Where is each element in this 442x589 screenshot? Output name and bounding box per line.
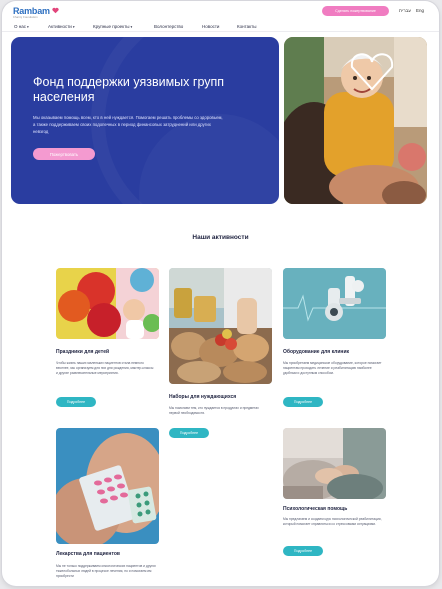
nav-item-volunteering[interactable]: Волонтерство <box>154 24 183 29</box>
more-button-children[interactable]: Подробнее <box>56 397 96 407</box>
more-button-equipment[interactable]: Подробнее <box>283 397 323 407</box>
card-image-medicines[interactable] <box>56 428 159 544</box>
chevron-down-icon: ▾ <box>27 25 29 29</box>
section-title: Наши активности <box>192 234 249 241</box>
language-english[interactable]: Eng <box>416 8 424 13</box>
card-text-psychology: Мы предлагаем и создаем курс психологиче… <box>283 517 382 527</box>
nav-label: Контакты <box>237 24 257 29</box>
hero-description: Мы оказываем помощь всем, кто в ней нужд… <box>33 115 223 134</box>
nav-item-activities[interactable]: Активности▾ <box>48 24 75 29</box>
logo-text: Rambam <box>13 6 50 16</box>
card-title-medicines: Лекарства для пациентов <box>56 551 120 557</box>
card-image-children[interactable] <box>56 268 159 339</box>
nav-item-projects[interactable]: Крупные проекты▾ <box>93 24 132 29</box>
child-with-heart-illustration <box>284 37 427 204</box>
browser-page: Rambam Charity Foundation Сделать пожерт… <box>2 1 439 586</box>
site-header: Rambam Charity Foundation Сделать пожерт… <box>2 1 439 21</box>
donate-button[interactable]: Сделать пожертвование <box>322 6 389 16</box>
card-title-kits: Наборы для нуждающихся <box>169 394 237 400</box>
nav-item-about[interactable]: О нас▾ <box>14 24 29 29</box>
more-button-kits[interactable]: Подробнее <box>169 428 209 438</box>
more-button-psychology[interactable]: Подробнее <box>283 546 323 556</box>
nav-label: Активности <box>48 24 72 29</box>
card-text-medicines: Мы не только поддерживаем онкологических… <box>56 564 156 579</box>
language-hebrew[interactable]: עברית <box>399 8 411 13</box>
hero-photo <box>284 37 427 204</box>
nav-label: Новости <box>202 24 220 29</box>
nav-item-contacts[interactable]: Контакты <box>237 24 256 29</box>
card-image-psychology[interactable] <box>283 428 386 499</box>
card-image-kits[interactable] <box>169 268 272 384</box>
logo-subtitle: Charity Foundation <box>13 16 38 19</box>
nav-label: Волонтерство <box>154 24 184 29</box>
card-text-equipment: Мы приобретаем медицинское оборудование,… <box>283 361 382 376</box>
chevron-down-icon: ▾ <box>130 25 133 29</box>
hero-donate-button[interactable]: Пожертвовать <box>33 148 95 160</box>
hero-title: Фонд поддержки уязвимых групп населения <box>33 75 225 104</box>
hero-banner: Фонд поддержки уязвимых групп населения … <box>11 37 279 204</box>
nav-item-news[interactable]: Новости <box>202 24 219 29</box>
main-nav: О нас▾ Активности▾ Крупные проекты▾ Воло… <box>2 22 439 32</box>
card-title-children: Праздники для детей <box>56 349 110 355</box>
card-image-equipment[interactable] <box>283 268 386 339</box>
card-text-children: Чтобы жизнь наших маленьких пациентов ст… <box>56 361 154 376</box>
nav-label: О нас <box>14 24 26 29</box>
heart-icon <box>52 7 59 16</box>
card-text-kits: Мы помогаем тем, кто нуждается в продукт… <box>169 406 259 416</box>
card-title-equipment: Оборудование для клиник <box>283 349 350 355</box>
nav-label: Крупные проекты <box>93 24 130 29</box>
chevron-down-icon: ▾ <box>72 25 75 29</box>
logo[interactable]: Rambam <box>13 6 59 16</box>
card-title-psychology: Психологическая помощь <box>283 506 348 512</box>
